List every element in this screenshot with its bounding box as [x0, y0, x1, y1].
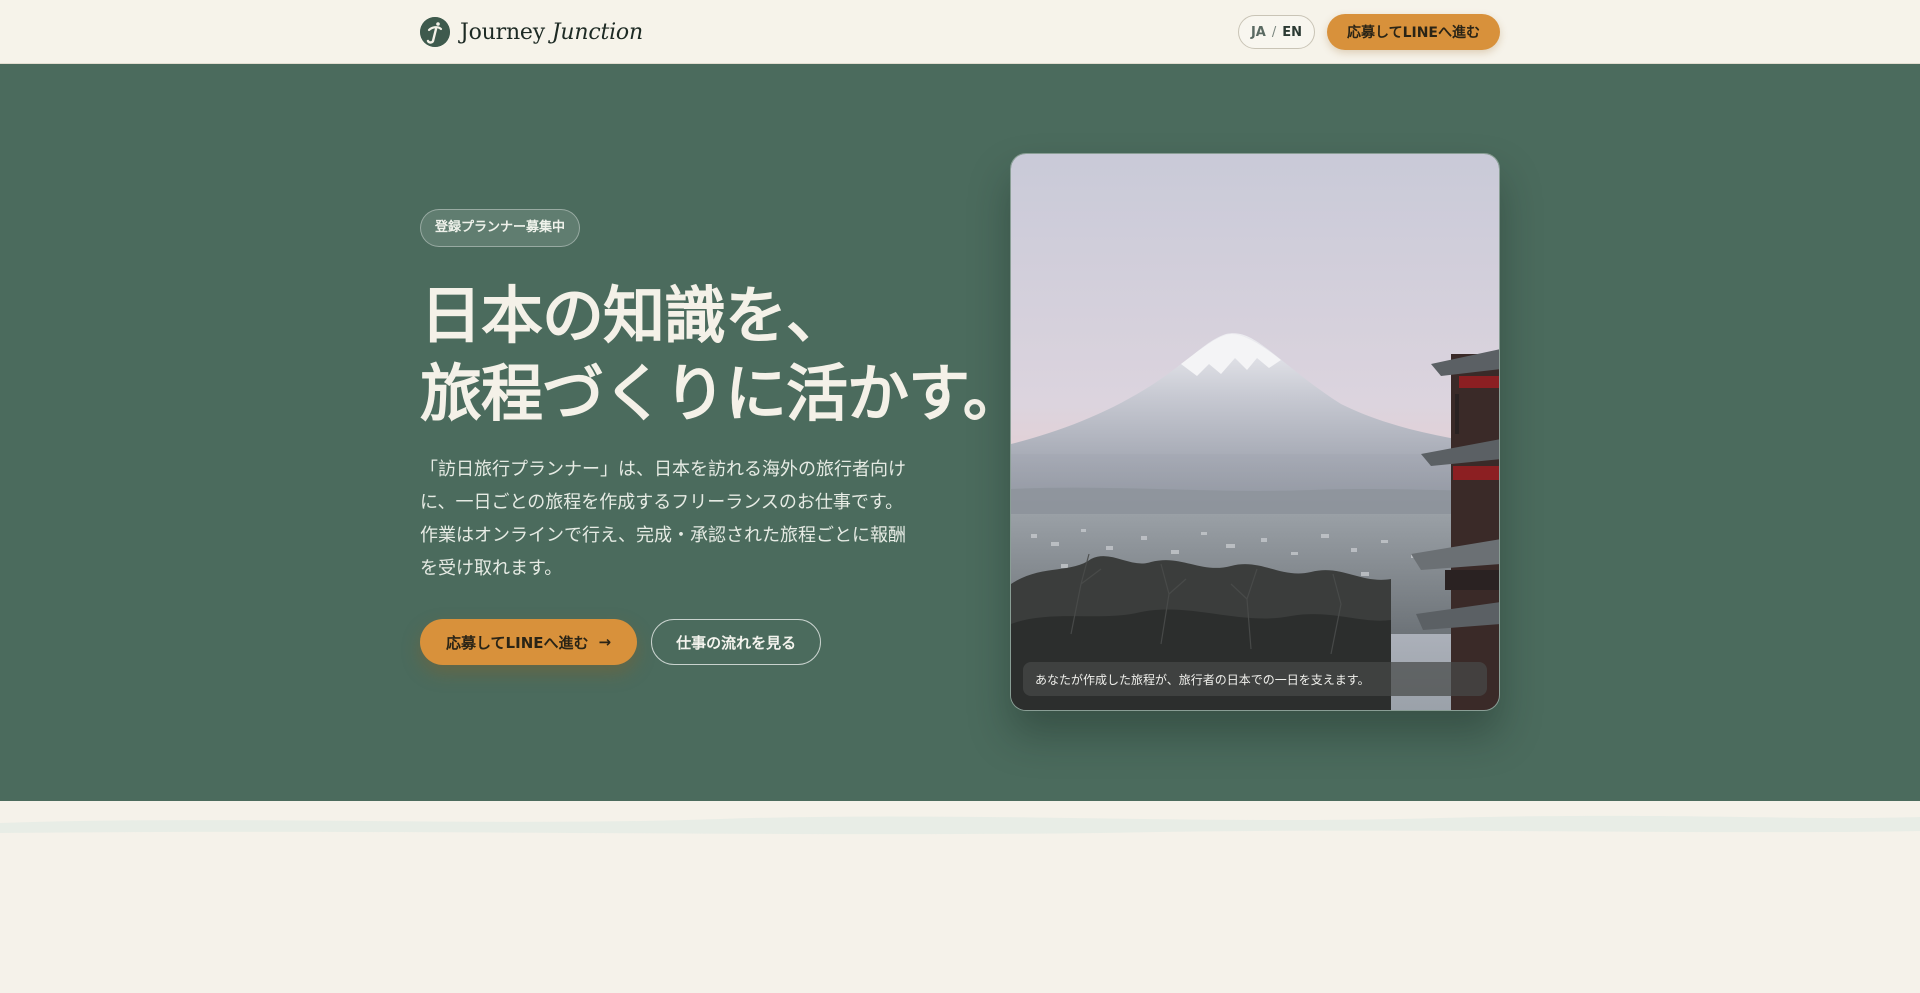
hero-image-mount-fuji: あなたが作成した旅程が、旅行者の日本での一日を支えます。 [1010, 153, 1500, 711]
recruiting-badge: 登録プランナー募集中 [420, 209, 581, 247]
journey-junction-logo-icon [420, 17, 450, 47]
hero-section: 登録プランナー募集中 日本の知識を、 旅程づくりに活かす。 「訪日旅行プランナー… [0, 64, 1920, 801]
image-caption: あなたが作成した旅程が、旅行者の日本での一日を支えます。 [1023, 662, 1487, 696]
view-workflow-button[interactable]: 仕事の流れを見る [651, 619, 822, 665]
brand-name-main: Journey [460, 19, 545, 45]
brand-name: Journey Junction [460, 20, 643, 45]
hero-description: 「訪日旅行プランナー」は、日本を訪れる海外の旅行者向けに、一日ごとの旅程を作成す… [420, 459, 906, 579]
apply-line-button-label: 応募してLINEへ進む [446, 633, 589, 652]
hero-content: 登録プランナー募集中 日本の知識を、 旅程づくりに活かす。 「訪日旅行プランナー… [420, 209, 1030, 665]
header-apply-line-button[interactable]: 応募してLINEへ進む [1327, 14, 1500, 50]
site-header: Journey Junction JA / EN 応募してLINEへ進む [0, 0, 1920, 64]
lang-en[interactable]: EN [1282, 25, 1302, 40]
mount-fuji-illustration [1011, 154, 1499, 710]
apply-line-button[interactable]: 応募してLINEへ進む → [420, 619, 638, 665]
brand-name-italic: Junction [551, 19, 643, 45]
hero-title: 日本の知識を、 旅程づくりに活かす。 [420, 277, 1030, 433]
hero-buttons: 応募してLINEへ進む → 仕事の流れを見る [420, 619, 1030, 665]
lang-separator: / [1271, 24, 1277, 40]
arrow-right-icon: → [598, 633, 612, 651]
header-actions: JA / EN 応募してLINEへ進む [1237, 14, 1500, 50]
hero-title-line-2: 旅程づくりに活かす。 [420, 357, 1025, 430]
hero-title-line-1: 日本の知識を、 [420, 279, 848, 352]
header-inner: Journey Junction JA / EN 応募してLINEへ進む [420, 0, 1500, 64]
brand-logo[interactable]: Journey Junction [420, 17, 643, 47]
lang-ja[interactable]: JA [1251, 25, 1266, 40]
wave-divider [0, 815, 1920, 835]
language-switch[interactable]: JA / EN [1237, 15, 1315, 49]
